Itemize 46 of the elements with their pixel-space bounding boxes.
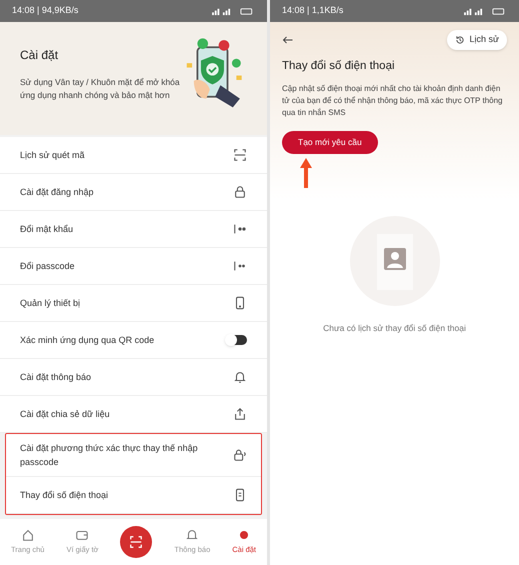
nav-icon [75,528,90,542]
page-title: Cài đặt [20,47,60,64]
history-icon [455,34,466,45]
settings-item[interactable]: Cài đặt đăng nhập [0,174,267,211]
toggle-switch[interactable] [227,335,247,345]
scan-button[interactable] [120,526,152,558]
settings-label: Cài đặt thông báo [20,371,92,384]
create-request-button[interactable]: Tạo mới yêu cầu [282,130,378,154]
settings-label: Đổi passcode [20,260,75,273]
settings-item[interactable]: Thay đổi số điện thoại [6,477,261,514]
settings-item[interactable]: Cài đặt thông báo [0,359,267,396]
settings-item[interactable]: Cài đặt phương thức xác thực thay thế nhập passcode [6,434,261,477]
settings-label: Xác minh ứng dụng qua QR code [20,334,154,347]
settings-item[interactable]: Quản lý thiết bị [0,285,267,322]
settings-item[interactable]: Đổi passcode [0,248,267,285]
settings-item[interactable]: Đổi mật khẩu [0,211,267,248]
settings-label: Quản lý thiết bị [20,297,80,310]
empty-state-text: Chưa có lịch sử thay đổi số điện thoại [323,322,466,334]
settings-item[interactable]: Xác minh ứng dụng qua QR code [0,322,267,359]
settings-label: Cài đặt chia sẻ dữ liệu [20,408,110,421]
header-description: Sử dụng Vân tay / Khuôn mặt để mở khóa ứng dụng nhanh chóng và bảo mật hơn [20,76,181,102]
arrow-icon [300,158,312,188]
settings-label: Lịch sử quét mã [20,149,85,162]
scan-icon [129,535,144,549]
settings-item[interactable]: Lịch sử quét mã [0,137,267,174]
phone-icon [233,296,247,310]
scan-icon [233,148,247,162]
share-icon [233,407,247,421]
lock-swap-icon [233,448,247,462]
page-title: Thay đổi số điện thoại [282,58,396,74]
settings-label: Đổi mật khẩu [20,223,74,236]
settings-item[interactable]: Cài đặt chia sẻ dữ liệu [0,396,267,433]
status-text: 14:08 | 1,1KB/s [282,4,344,18]
status-text: 14:08 | 94,9KB/s [12,4,78,18]
settings-label: Cài đặt phương thức xác thực thay thế nhập passcode [20,442,199,469]
lock-icon [233,185,247,199]
page-description: Cập nhật số điện thoại mới nhất cho tài khoản định danh điện tử của bạn để có thể nhận thông báo, mã xác thực OTP thông qua tin nhắn SMS [282,82,504,119]
back-arrow-icon[interactable] [282,34,294,46]
settings-label: Thay đổi số điện thoại [20,489,108,502]
bell-icon [233,370,247,384]
settings-label: Cài đặt đăng nhập [20,186,94,199]
passcode-icon [233,259,247,273]
history-button[interactable]: Lịch sử [447,30,507,50]
phone-icon [233,488,247,502]
password-icon [233,222,247,236]
nav-icon [20,528,35,542]
